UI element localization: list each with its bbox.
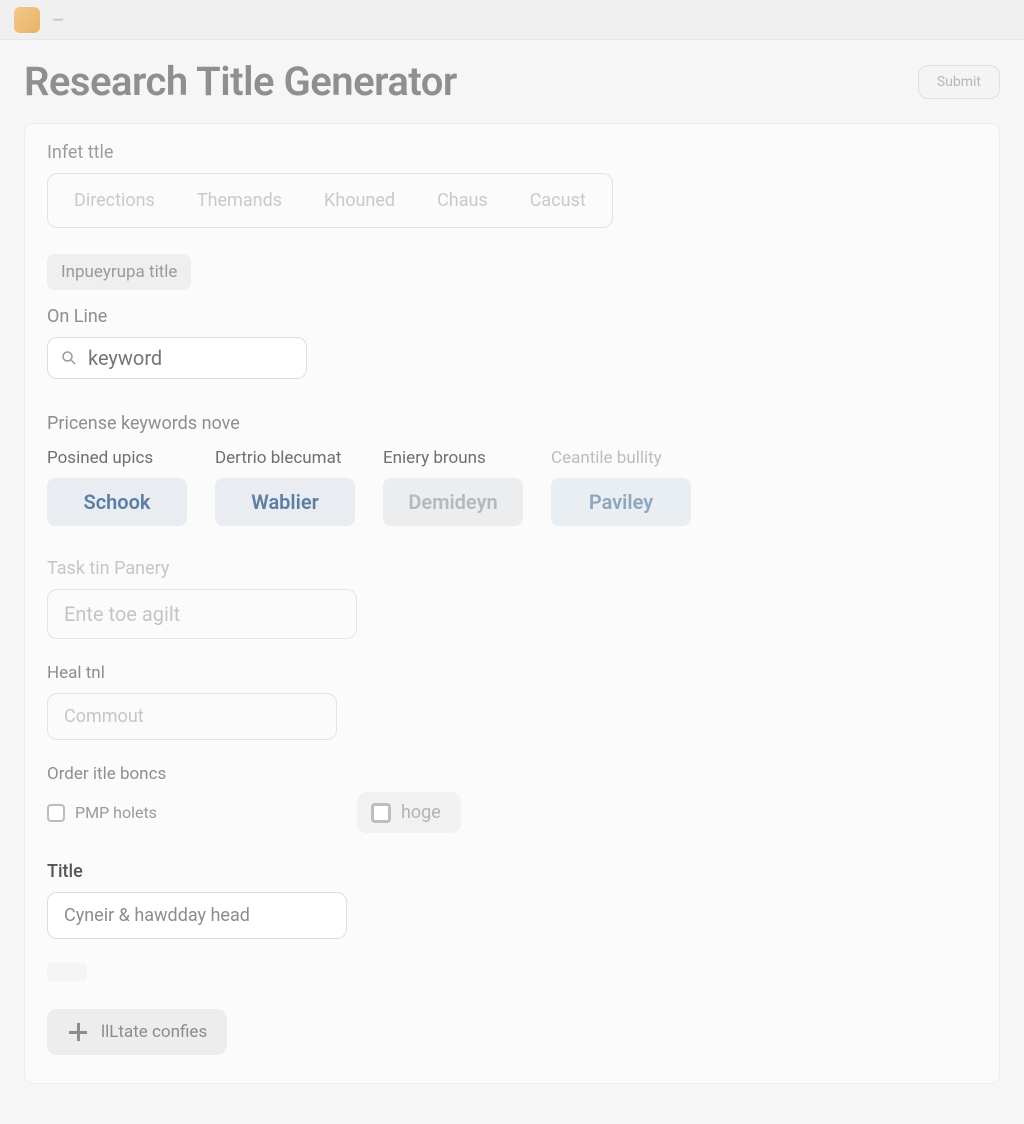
option-hoge[interactable]: hoge: [357, 792, 461, 833]
title-type-option[interactable]: Directions: [58, 182, 171, 219]
add-config-label: llLtate confies: [101, 1022, 207, 1042]
category-head: Eniery brouns: [383, 448, 486, 468]
category-chip[interactable]: Schook: [47, 478, 187, 526]
category-chip[interactable]: Demideyn: [383, 478, 523, 526]
category-col: Dertrio blecumat Wablier: [215, 448, 355, 526]
category-head: Dertrio blecumat: [215, 448, 341, 468]
category-col: Posined upics Schook: [47, 448, 187, 526]
title-type-option[interactable]: Chaus: [421, 182, 504, 219]
title-type-option[interactable]: Cacust: [514, 182, 602, 219]
category-chip[interactable]: Wablier: [215, 478, 355, 526]
title-type-option[interactable]: Themands: [181, 182, 298, 219]
option-label: PMP holets: [75, 803, 157, 822]
page-title: Research Title Generator: [24, 58, 457, 105]
option-pmp[interactable]: PMP holets: [47, 803, 157, 822]
title-type-option[interactable]: Khouned: [308, 182, 411, 219]
form-card: Infet ttle Directions Themands Khouned C…: [24, 123, 1000, 1084]
option-label: hoge: [401, 802, 441, 823]
category-head: Posined upics: [47, 448, 153, 468]
task-label: Task tin Panery: [47, 558, 977, 579]
heal-label: Heal tnl: [47, 663, 977, 683]
order-bonus-label: Order itle boncs: [47, 764, 977, 784]
title-type-group: Directions Themands Khouned Chaus Cacust: [47, 173, 613, 228]
category-col: Ceantile bullity Paviley: [551, 448, 691, 526]
plus-icon: [67, 1021, 89, 1043]
category-chip[interactable]: Paviley: [551, 478, 691, 526]
top-bar: —: [0, 0, 1024, 40]
add-config-button[interactable]: llLtate confies: [47, 1009, 227, 1055]
keyword-search[interactable]: [47, 337, 307, 379]
input-title-tag[interactable]: Inpueyrupa title: [47, 254, 191, 290]
submit-button[interactable]: Submit: [918, 65, 1000, 99]
brand-logo: [14, 7, 40, 33]
task-input[interactable]: Ente toe agilt: [47, 589, 357, 639]
brand-name: —: [52, 11, 64, 29]
category-head: Ceantile bullity: [551, 448, 662, 468]
keywords-section-label: Pricense keywords nove: [47, 413, 977, 434]
heal-input[interactable]: Commout: [47, 693, 337, 740]
search-icon: [60, 349, 78, 367]
keyword-input[interactable]: [88, 346, 294, 370]
title-field-label: Title: [47, 861, 977, 882]
infet-title-label: Infet ttle: [47, 142, 977, 163]
checkbox-icon: [371, 803, 391, 823]
online-label: On Line: [47, 306, 977, 327]
keyword-categories: Posined upics Schook Dertrio blecumat Wa…: [47, 448, 977, 526]
checkbox-icon: [47, 804, 65, 822]
title-field[interactable]: [47, 892, 347, 939]
category-col: Eniery brouns Demideyn: [383, 448, 523, 526]
placeholder-row: [47, 963, 87, 981]
